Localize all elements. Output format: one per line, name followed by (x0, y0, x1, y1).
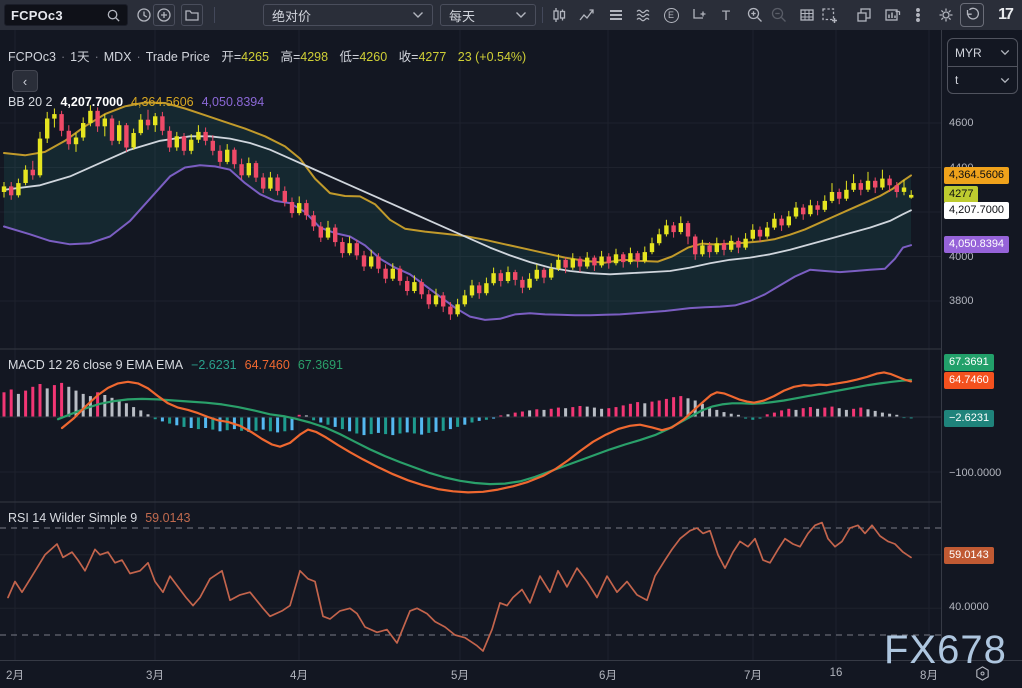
macd-signal-line (62, 372, 911, 492)
chart-svg[interactable] (0, 30, 941, 660)
time-axis-label: 7月 (744, 667, 762, 683)
interval-value: 每天 (449, 6, 515, 25)
bb-basis-price-label: 4,207.7000 (944, 202, 1009, 219)
add-symbol-icon[interactable] (153, 4, 175, 26)
currency-unit-selector: MYR t (947, 38, 1018, 94)
time-axis-label: 2月 (6, 667, 24, 683)
axis-tick-label: −100.0000 (949, 467, 1001, 479)
compare-icon[interactable] (575, 3, 599, 27)
price-type-value: 绝对价 (272, 6, 412, 25)
screenshot-icon[interactable] (817, 3, 841, 27)
tradingview-logo[interactable]: 17 (992, 4, 1018, 26)
time-axis-label: 16 (830, 667, 843, 679)
bb-upper-value: 4,364.5606 (131, 95, 194, 109)
time-axis-label: 3月 (146, 667, 164, 683)
bb-upper-price-label: 4,364.5606 (944, 167, 1009, 184)
unit-selector[interactable]: t (948, 66, 1017, 93)
rsi-value: 59.0143 (145, 511, 190, 525)
macd-line (58, 380, 911, 484)
symbol-name: FCPOc3 (8, 50, 56, 64)
open-label: 开= (221, 50, 241, 64)
rsi-value-label: 59.0143 (944, 547, 994, 564)
time-axis[interactable]: 2月 3月 4月 5月 6月 7月 16 8月 (0, 660, 1022, 688)
macd-signal-label: 64.7460 (944, 372, 994, 389)
symbol-interval: 1天 (70, 50, 89, 64)
open-value: 4265 (241, 50, 269, 64)
toolbar-separator (542, 7, 543, 23)
panel-chart-icon[interactable] (880, 3, 904, 27)
symbol-series: Trade Price (146, 50, 210, 64)
change-value: 23 (+0.54%) (458, 50, 526, 64)
main-chart-canvas[interactable] (0, 30, 941, 660)
high-value: 4298 (300, 50, 328, 64)
macd-hist-value: −2.6231 (191, 358, 237, 372)
collapse-indicators-button[interactable]: ‹ (12, 70, 38, 92)
indicators-icon[interactable] (632, 3, 656, 27)
top-toolbar: FCPOc3 绝对价 每天 E T 17 (0, 0, 1022, 30)
zoom-in-icon[interactable] (743, 3, 767, 27)
price-type-dropdown[interactable]: 绝对价 (263, 4, 433, 26)
unit-value: t (955, 73, 1000, 87)
last-price-label: 4277 (944, 186, 978, 203)
grid-icon[interactable] (795, 3, 819, 27)
symbol-search-value: FCPOc3 (11, 8, 106, 23)
toolbar-separator (214, 7, 215, 23)
currency-selector[interactable]: MYR (948, 39, 1017, 66)
chevron-down-icon (515, 11, 527, 19)
close-label: 收= (399, 50, 419, 64)
layout-rows-icon[interactable] (604, 3, 628, 27)
price-axis[interactable]: MYR t 4600440040003800−100.000040.00004,… (941, 30, 1022, 660)
currency-value: MYR (955, 46, 1000, 60)
time-axis-label: 4月 (290, 667, 308, 683)
macd-value-label: 67.3691 (944, 354, 994, 371)
time-axis-label: 8月 (920, 667, 938, 683)
low-label: 低= (340, 50, 360, 64)
candlestick-style-icon[interactable] (547, 3, 571, 27)
events-icon[interactable]: E (659, 3, 683, 27)
low-value: 4260 (359, 50, 387, 64)
macd-hist-label: −2.6231 (944, 410, 994, 427)
object-tree-icon[interactable] (852, 3, 876, 27)
time-axis-label: 5月 (451, 667, 469, 683)
undo-icon[interactable] (960, 3, 984, 27)
axis-tick-label: 40.0000 (949, 601, 989, 613)
folder-icon[interactable] (181, 4, 203, 26)
time-axis-label: 6月 (599, 667, 617, 683)
high-label: 高= (280, 50, 300, 64)
axis-tick-label: 4600 (949, 117, 973, 129)
macd-indicator-row[interactable]: MACD 12 26 close 9 EMA EMA −2.6231 64.7460… (8, 358, 351, 372)
close-value: 4277 (418, 50, 446, 64)
search-icon (106, 8, 121, 23)
interval-dropdown[interactable]: 每天 (440, 4, 536, 26)
bb-lower-value: 4,050.8394 (202, 95, 265, 109)
rsi-indicator-row[interactable]: RSI 14 Wilder Simple 9 59.0143 (8, 511, 198, 525)
bb-lower-price-label: 4,050.8394 (944, 236, 1009, 253)
macd-signal-value: 64.7460 (245, 358, 290, 372)
axis-tick-label: 3800 (949, 295, 973, 307)
pane-settings-hexagon-icon[interactable] (974, 665, 991, 682)
rsi-title: RSI 14 Wilder Simple 9 (8, 511, 137, 525)
chevron-down-icon (1000, 77, 1010, 84)
symbol-exchange: MDX (104, 50, 132, 64)
macd-title: MACD 12 26 close 9 EMA EMA (8, 358, 183, 372)
macd-histogram (3, 383, 913, 435)
chevron-down-icon (1000, 49, 1010, 56)
macd-line-value: 67.3691 (298, 358, 343, 372)
bb-title: BB 20 2 (8, 95, 52, 109)
bb-indicator-row[interactable]: BB 20 2 4,207.7000 4,364.5606 4,050.8394 (8, 95, 272, 109)
more-icon[interactable] (906, 3, 930, 27)
symbol-info-row[interactable]: FCPOc3·1天·MDX·Trade Price 开=4265 高=4298 … (8, 46, 526, 65)
measure-icon[interactable] (687, 3, 711, 27)
text-tool-icon[interactable]: T (714, 3, 738, 27)
zoom-out-icon[interactable] (767, 3, 791, 27)
symbol-search-input[interactable]: FCPOc3 (4, 4, 128, 26)
gear-icon[interactable] (934, 3, 958, 27)
bb-basis-value: 4,207.7000 (60, 95, 123, 109)
trading-chart-app: FCPOc3 绝对价 每天 E T 17 FCPOc3·1天·MDX·Trade … (0, 0, 1022, 688)
chevron-down-icon (412, 11, 424, 19)
